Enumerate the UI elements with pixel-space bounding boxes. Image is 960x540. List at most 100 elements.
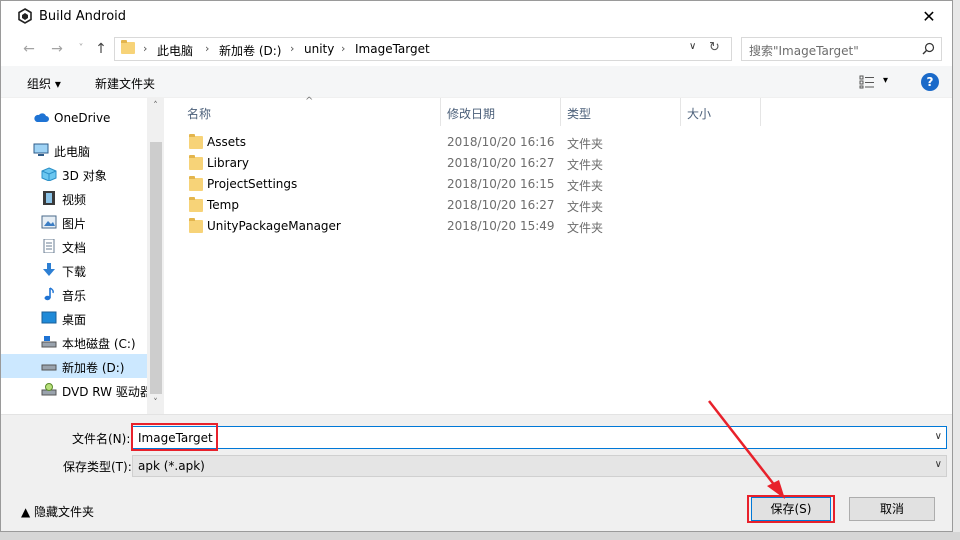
film-icon [43, 191, 55, 205]
sidebar-item-desktop[interactable]: 桌面 [1, 306, 147, 330]
sidebar-item-label: OneDrive [54, 111, 111, 125]
breadcrumb-separator: › [341, 42, 346, 55]
sidebar-item-label: 此电脑 [54, 145, 91, 159]
drive-icon [41, 364, 57, 371]
file-modified: 2018/10/20 15:49 [447, 219, 555, 233]
window-title: Build Android [39, 9, 127, 24]
folder-icon [189, 218, 203, 233]
background-window-bottom [0, 532, 960, 540]
filetype-label: 保存类型(T): [63, 460, 132, 474]
file-name: UnityPackageManager [207, 219, 341, 233]
save-dialog: Build Android ✕ ← → ˅ ↑ › 此电脑 › 新加卷 (D:)… [0, 0, 953, 532]
folder-icon [189, 155, 203, 170]
folder-icon [189, 134, 203, 149]
recent-locations-dropdown[interactable]: ˅ [71, 40, 91, 58]
forward-button[interactable]: → [47, 40, 67, 58]
back-button[interactable]: ← [19, 40, 39, 58]
title-bar: Build Android ✕ [1, 1, 952, 32]
chevron-down-icon[interactable]: ∨ [935, 459, 942, 470]
command-bar: 组织 ▾ 新建文件夹 ▾ ? [1, 66, 952, 98]
sidebar-item-label: 3D 对象 [62, 169, 107, 183]
refresh-icon[interactable]: ↻ [709, 40, 720, 55]
column-header-size[interactable]: 大小 [687, 105, 711, 122]
cancel-button[interactable]: 取消 [849, 497, 935, 521]
file-name: Library [207, 156, 249, 170]
close-button[interactable]: ✕ [906, 1, 952, 32]
file-name: Temp [207, 198, 239, 212]
navigation-pane: OneDrive 此电脑 3D 对象 视频 图片 文档 下载 音乐 桌面 本地磁… [1, 98, 164, 414]
sidebar-item-label: 文档 [62, 241, 87, 255]
file-type: 文件夹 [567, 137, 604, 151]
address-bar[interactable]: › 此电脑 › 新加卷 (D:) › unity › ImageTarget ∨… [114, 37, 732, 61]
sidebar-item-music[interactable]: 音乐 [1, 282, 147, 306]
column-header-name[interactable]: 名称 [187, 105, 211, 122]
sidebar-scrollbar-thumb[interactable] [150, 142, 162, 394]
highlight-box-filename [131, 423, 218, 451]
sidebar-item-label: 音乐 [62, 289, 87, 303]
sidebar-item-label: 下载 [62, 265, 87, 279]
file-type: 文件夹 [567, 200, 604, 214]
file-row[interactable]: UnityPackageManager 2018/10/20 15:49 文件夹 [165, 216, 765, 237]
sidebar-item-pictures[interactable]: 图片 [1, 210, 147, 234]
scroll-down-icon[interactable]: ˅ [147, 398, 164, 408]
scroll-up-icon[interactable]: ˄ [147, 101, 164, 111]
computer-icon [33, 143, 49, 156]
file-name: Assets [207, 135, 247, 149]
filetype-value: apk (*.apk) [138, 459, 205, 473]
sidebar-item-dvd[interactable]: DVD RW 驱动器 [1, 378, 152, 402]
download-icon [43, 263, 55, 276]
column-divider[interactable] [560, 98, 561, 126]
file-row[interactable]: Library 2018/10/20 16:27 文件夹 [165, 153, 765, 174]
file-row[interactable]: ProjectSettings 2018/10/20 16:15 文件夹 [165, 174, 765, 195]
search-input[interactable]: 搜索"ImageTarget" [741, 37, 942, 61]
column-divider[interactable] [440, 98, 441, 126]
sidebar-item-documents[interactable]: 文档 [1, 234, 147, 258]
sidebar-item-downloads[interactable]: 下载 [1, 258, 147, 282]
music-icon [44, 287, 54, 301]
column-divider[interactable] [760, 98, 761, 126]
breadcrumb-separator: › [290, 42, 295, 55]
breadcrumb-drive-d[interactable]: 新加卷 (D:) [219, 42, 281, 59]
sidebar-item-drive-c[interactable]: 本地磁盘 (C:) [1, 330, 147, 354]
sidebar-item-label: DVD RW 驱动器 [62, 385, 152, 399]
hide-folders-toggle[interactable]: ▲ 隐藏文件夹 [21, 503, 94, 520]
file-type: 文件夹 [567, 179, 604, 193]
organize-menu[interactable]: 组织 ▾ [27, 75, 61, 92]
file-row[interactable]: Temp 2018/10/20 16:27 文件夹 [165, 195, 765, 216]
picture-icon [41, 215, 57, 229]
breadcrumb-imagetarget[interactable]: ImageTarget [355, 42, 430, 56]
column-divider[interactable] [680, 98, 681, 126]
unity-logo-icon [18, 8, 32, 24]
breadcrumb-separator: › [205, 42, 210, 55]
breadcrumb-unity[interactable]: unity [304, 42, 334, 56]
sidebar-item-label: 视频 [62, 193, 87, 207]
column-header-modified[interactable]: 修改日期 [447, 105, 495, 122]
file-modified: 2018/10/20 16:27 [447, 198, 555, 212]
filename-input[interactable]: ImageTarget ∨ [132, 426, 947, 449]
file-list: ^ 名称 修改日期 类型 大小 Assets 2018/10/20 16:16 … [165, 96, 952, 414]
file-modified: 2018/10/20 16:15 [447, 177, 555, 191]
file-row[interactable]: Assets 2018/10/20 16:16 文件夹 [165, 132, 765, 153]
breadcrumb-this-pc[interactable]: 此电脑 [157, 42, 193, 59]
view-dropdown[interactable]: ▾ [883, 75, 888, 86]
help-icon[interactable]: ? [921, 73, 939, 91]
file-name: ProjectSettings [207, 177, 298, 191]
dvd-icon [41, 383, 57, 396]
drive-icon [41, 336, 57, 348]
sidebar-item-3d-objects[interactable]: 3D 对象 [1, 162, 147, 186]
view-options-icon[interactable] [859, 75, 875, 89]
filetype-select[interactable]: apk (*.apk) ∨ [132, 455, 947, 477]
search-icon [922, 42, 935, 55]
chevron-down-icon[interactable]: ∨ [935, 431, 942, 442]
sidebar-item-videos[interactable]: 视频 [1, 186, 147, 210]
cube-icon [41, 167, 57, 181]
address-row: ← → ˅ ↑ › 此电脑 › 新加卷 (D:) › unity › Image… [1, 32, 952, 66]
sidebar-item-onedrive[interactable]: OneDrive [1, 106, 147, 130]
address-dropdown-icon[interactable]: ∨ [689, 41, 696, 52]
column-header-type[interactable]: 类型 [567, 105, 591, 122]
sidebar-item-drive-d[interactable]: 新加卷 (D:) [1, 354, 147, 378]
new-folder-button[interactable]: 新建文件夹 [95, 75, 155, 92]
up-button[interactable]: ↑ [91, 40, 111, 58]
folder-icon [189, 197, 203, 212]
sidebar-item-this-pc[interactable]: 此电脑 [1, 138, 147, 162]
